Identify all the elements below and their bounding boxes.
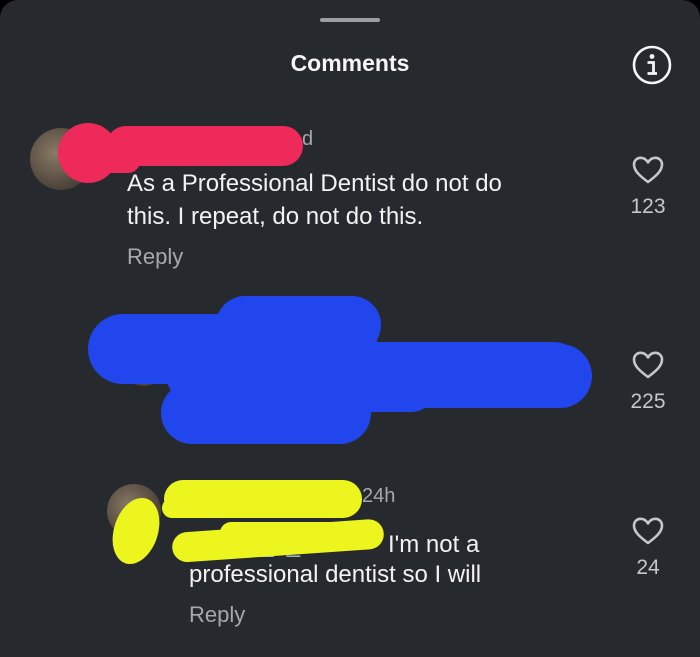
heart-icon[interactable]	[631, 516, 665, 546]
drag-handle[interactable]	[320, 18, 380, 22]
comment-text-line: professional dentist so I will	[189, 561, 482, 588]
avatar[interactable]	[120, 338, 168, 386]
like-count: 225	[630, 390, 666, 413]
comment-text-line: As a Professional Dentist do not do	[127, 170, 502, 197]
avatar[interactable]	[107, 484, 161, 538]
heart-icon[interactable]	[631, 350, 665, 380]
mention-link[interactable]: @user_1_3	[189, 528, 313, 561]
reply-button[interactable]: Reply	[127, 244, 183, 270]
comment-text-line: this. I repeat, do not do this.	[127, 203, 424, 230]
reply-button[interactable]: Reply	[189, 602, 245, 628]
comment-timestamp: 24h	[362, 485, 396, 507]
like-count: 24	[636, 556, 660, 579]
page-title: Comments	[290, 50, 410, 76]
comment-text-line: I'm not a	[388, 531, 480, 558]
like-control: 123	[626, 155, 670, 219]
comment-timestamp: d	[302, 128, 314, 150]
info-icon[interactable]	[631, 44, 673, 86]
like-control: 24	[626, 516, 670, 580]
avatar[interactable]	[30, 128, 92, 190]
comments-sheet: Comments d As a Professional Dentist do …	[0, 0, 700, 657]
heart-icon[interactable]	[631, 155, 665, 185]
like-count: 123	[630, 195, 666, 218]
like-control: 225	[626, 350, 670, 414]
